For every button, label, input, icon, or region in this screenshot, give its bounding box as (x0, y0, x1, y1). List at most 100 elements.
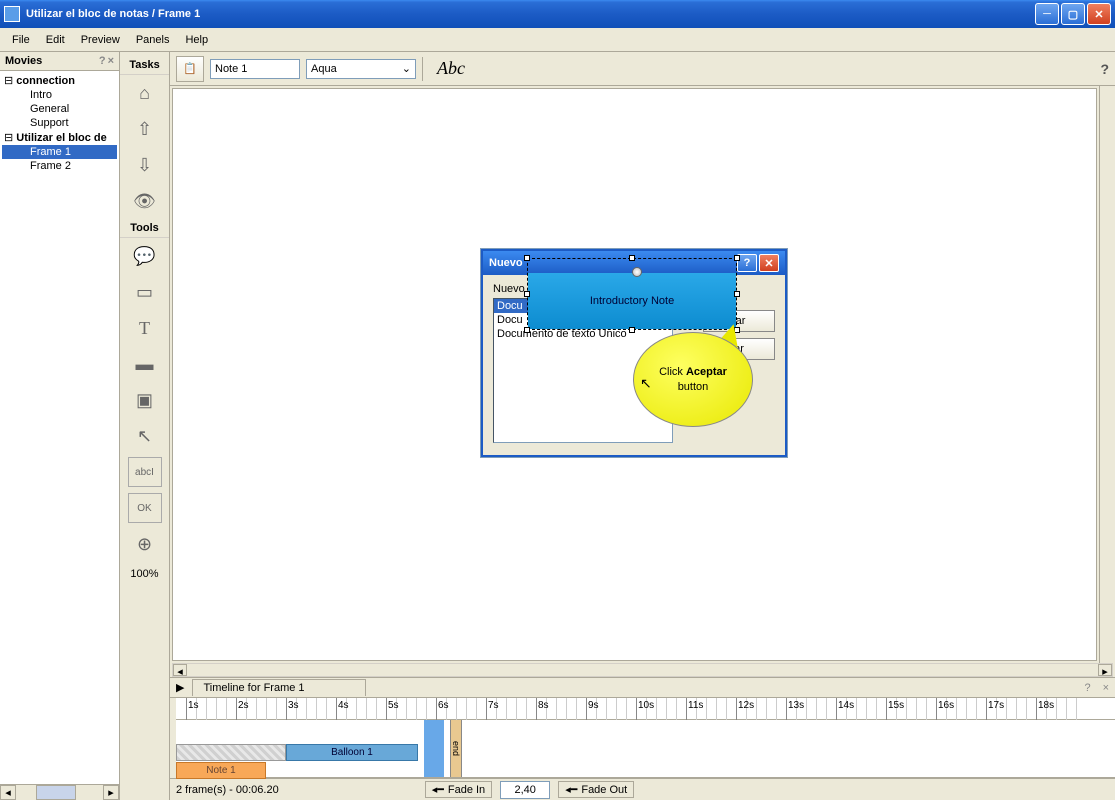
dialog-help-icon[interactable]: ? (737, 254, 757, 272)
canvas[interactable]: Nuevo ? ✕ Nuevo Docu Docu Documento de t… (172, 88, 1097, 661)
resize-handle[interactable] (524, 291, 530, 297)
resize-handle[interactable] (629, 255, 635, 261)
tool-strip: Tasks ⌂ ⇧ ⇩ 👁 Tools 💬 ▭ T ▬ ▣ ↖ abcI OK … (120, 52, 170, 800)
arrow-down-icon[interactable]: ⇩ (128, 150, 162, 180)
movies-panel: Movies ? × connection Intro General Supp… (0, 52, 120, 800)
ruler-label: 5s (388, 700, 399, 711)
movies-help-icon[interactable]: ? (99, 55, 106, 67)
ruler-label: 12s (738, 700, 754, 711)
timeline-ruler[interactable]: 1s2s3s4s5s6s7s8s9s10s11s12s13s14s15s16s1… (176, 698, 1115, 720)
end-marker[interactable]: end (450, 720, 462, 777)
scroll-right-icon[interactable]: ▸ (103, 785, 119, 800)
rect-tool-icon[interactable]: ▬ (128, 349, 162, 379)
fade-in-control[interactable]: ◂━ Fade In (425, 781, 492, 798)
note-text: Introductory Note (590, 295, 674, 307)
tree-item-general[interactable]: General (2, 102, 117, 116)
menu-edit[interactable]: Edit (38, 31, 73, 49)
hscroll-right-icon[interactable]: ▸ (1098, 664, 1112, 676)
maximize-button[interactable]: ▢ (1061, 3, 1085, 25)
clip-balloon[interactable]: Balloon 1 (286, 744, 418, 761)
timeline-help-icon[interactable]: ? (1084, 682, 1090, 694)
resize-handle[interactable] (734, 255, 740, 261)
menu-file[interactable]: File (4, 31, 38, 49)
canvas-vscroll[interactable] (1099, 86, 1115, 663)
timeline-tab[interactable]: Timeline for Frame 1 (192, 679, 365, 696)
menu-preview[interactable]: Preview (73, 31, 128, 49)
note-selection[interactable]: Introductory Note (527, 258, 737, 330)
app-icon (4, 6, 20, 22)
ruler-label: 15s (888, 700, 904, 711)
tasks-label: Tasks (120, 56, 169, 75)
dialog-close-icon[interactable]: ✕ (759, 254, 779, 272)
minimize-button[interactable]: ─ (1035, 3, 1059, 25)
tree-item-intro[interactable]: Intro (2, 88, 117, 102)
balloon-tool-icon[interactable]: 💬 (128, 241, 162, 271)
tools-label: Tools (120, 219, 169, 238)
note-tool-icon[interactable]: ▭ (128, 277, 162, 307)
close-button[interactable]: ✕ (1087, 3, 1111, 25)
textfield-tool-icon[interactable]: abcI (128, 457, 162, 487)
play-icon[interactable]: ▶ (176, 681, 184, 694)
balloon-text: Click Aceptarbutton (659, 365, 727, 394)
ruler-label: 13s (788, 700, 804, 711)
ruler-label: 17s (988, 700, 1004, 711)
button-tool-icon[interactable]: OK (128, 493, 162, 523)
arrow-up-icon[interactable]: ⇧ (128, 114, 162, 144)
canvas-hscroll[interactable]: ◂ ▸ (172, 663, 1113, 677)
movies-tree[interactable]: connection Intro General Support Utiliza… (0, 71, 119, 784)
note-pin-icon (632, 267, 642, 277)
ruler-label: 18s (1038, 700, 1054, 711)
window-title: Utilizar el bloc de notas / Frame 1 (26, 8, 200, 20)
status-bar: 2 frame(s) - 00:06.20 ◂━ Fade In ◂━ Fade… (170, 778, 1115, 800)
movies-panel-title: Movies (5, 55, 42, 67)
movies-hscroll[interactable]: ◂ ▸ (0, 784, 119, 800)
timeline-tracks[interactable]: end Balloon 1 Note 1 (176, 720, 1115, 778)
resize-handle[interactable] (734, 291, 740, 297)
ruler-label: 8s (538, 700, 549, 711)
cursor-icon: ↖ (640, 375, 652, 392)
scroll-left-icon[interactable]: ◂ (0, 785, 16, 800)
style-dropdown[interactable]: Aqua (306, 59, 416, 79)
status-frames: 2 frame(s) - 00:06.20 (176, 784, 279, 796)
ruler-label: 4s (338, 700, 349, 711)
note-name-input[interactable] (210, 59, 300, 79)
ruler-label: 9s (588, 700, 599, 711)
note-type-icon[interactable]: 📋 (176, 56, 204, 82)
resize-handle[interactable] (629, 327, 635, 333)
font-sample-button[interactable]: Abc (429, 58, 473, 79)
hscroll-left-icon[interactable]: ◂ (173, 664, 187, 676)
home-icon[interactable]: ⌂ (128, 78, 162, 108)
resize-handle[interactable] (524, 255, 530, 261)
tree-root-connection[interactable]: connection (2, 73, 117, 88)
tree-item-frame1[interactable]: Frame 1 (2, 145, 117, 159)
timeline-close-icon[interactable]: × (1103, 682, 1109, 694)
menu-help[interactable]: Help (177, 31, 216, 49)
clip-note[interactable]: Note 1 (176, 762, 266, 779)
movies-close-icon[interactable]: × (108, 55, 114, 67)
playhead[interactable] (424, 720, 444, 777)
toolbar-help-icon[interactable]: ? (1100, 61, 1109, 77)
ruler-label: 7s (488, 700, 499, 711)
menubar: File Edit Preview Panels Help (0, 28, 1115, 52)
tree-item-frame2[interactable]: Frame 2 (2, 159, 117, 173)
dialog-title-text: Nuevo (489, 257, 523, 269)
clip-lead[interactable] (176, 744, 286, 761)
menu-panels[interactable]: Panels (128, 31, 178, 49)
target-tool-icon[interactable]: ⊕ (128, 529, 162, 559)
image-tool-icon[interactable]: ▣ (128, 385, 162, 415)
resize-handle[interactable] (524, 327, 530, 333)
ruler-label: 3s (288, 700, 299, 711)
zoom-level[interactable]: 100% (130, 562, 158, 586)
time-input[interactable] (500, 781, 550, 799)
pointer-tool-icon[interactable]: ↖ (128, 421, 162, 451)
ruler-label: 1s (188, 700, 199, 711)
eye-icon[interactable]: 👁 (128, 186, 162, 216)
tree-item-support[interactable]: Support (2, 116, 117, 130)
note-box[interactable]: Introductory Note (528, 273, 736, 329)
text-tool-icon[interactable]: T (128, 313, 162, 343)
fade-out-control[interactable]: ◂━ Fade Out (558, 781, 634, 798)
ruler-label: 6s (438, 700, 449, 711)
scroll-thumb[interactable] (36, 785, 76, 800)
tree-root-utilizar[interactable]: Utilizar el bloc de (2, 130, 117, 145)
ruler-label: 16s (938, 700, 954, 711)
